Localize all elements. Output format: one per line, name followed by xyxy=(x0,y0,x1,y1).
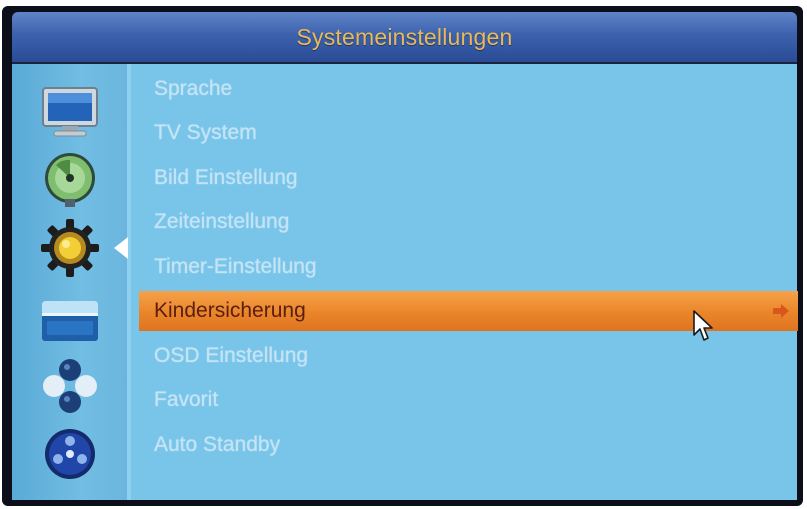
toolbox-icon xyxy=(42,301,98,341)
sidebar-item-tv[interactable] xyxy=(35,82,105,142)
menu-item-kindersicherung[interactable]: Kindersicherung xyxy=(154,293,306,329)
menu-item-timer-einstellung[interactable]: Timer-Einstellung xyxy=(154,249,317,285)
menu-item-zeiteinstellung[interactable]: Zeiteinstellung xyxy=(154,204,289,240)
menu-item-osd-einstellung[interactable]: OSD Einstellung xyxy=(154,338,308,374)
games-icon xyxy=(43,359,97,413)
bottom-border xyxy=(12,500,797,504)
tv-icon xyxy=(42,87,98,137)
sidebar-item-satellite[interactable] xyxy=(35,150,105,210)
sidebar-item-media[interactable] xyxy=(35,424,105,484)
chevron-right-icon xyxy=(773,304,789,318)
menu-item-auto-standby[interactable]: Auto Standby xyxy=(154,427,280,463)
gear-icon xyxy=(41,219,99,277)
sidebar-item-tools[interactable] xyxy=(35,290,105,350)
active-section-pointer xyxy=(114,237,128,259)
menu-item-bild-einstellung[interactable]: Bild Einstellung xyxy=(154,160,298,196)
sidebar-item-games[interactable] xyxy=(35,356,105,416)
sidebar-item-settings[interactable] xyxy=(35,218,105,278)
menu-item-tv-system[interactable]: TV System xyxy=(154,115,257,151)
menu-item-favorit[interactable]: Favorit xyxy=(154,382,218,418)
satellite-dish-icon xyxy=(45,153,95,207)
media-icon xyxy=(45,429,95,479)
mouse-cursor-icon xyxy=(693,310,713,341)
menu-item-sprache[interactable]: Sprache xyxy=(154,71,232,107)
page-title: Systemeinstellungen xyxy=(296,23,513,50)
title-bar: Systemeinstellungen xyxy=(12,12,797,62)
